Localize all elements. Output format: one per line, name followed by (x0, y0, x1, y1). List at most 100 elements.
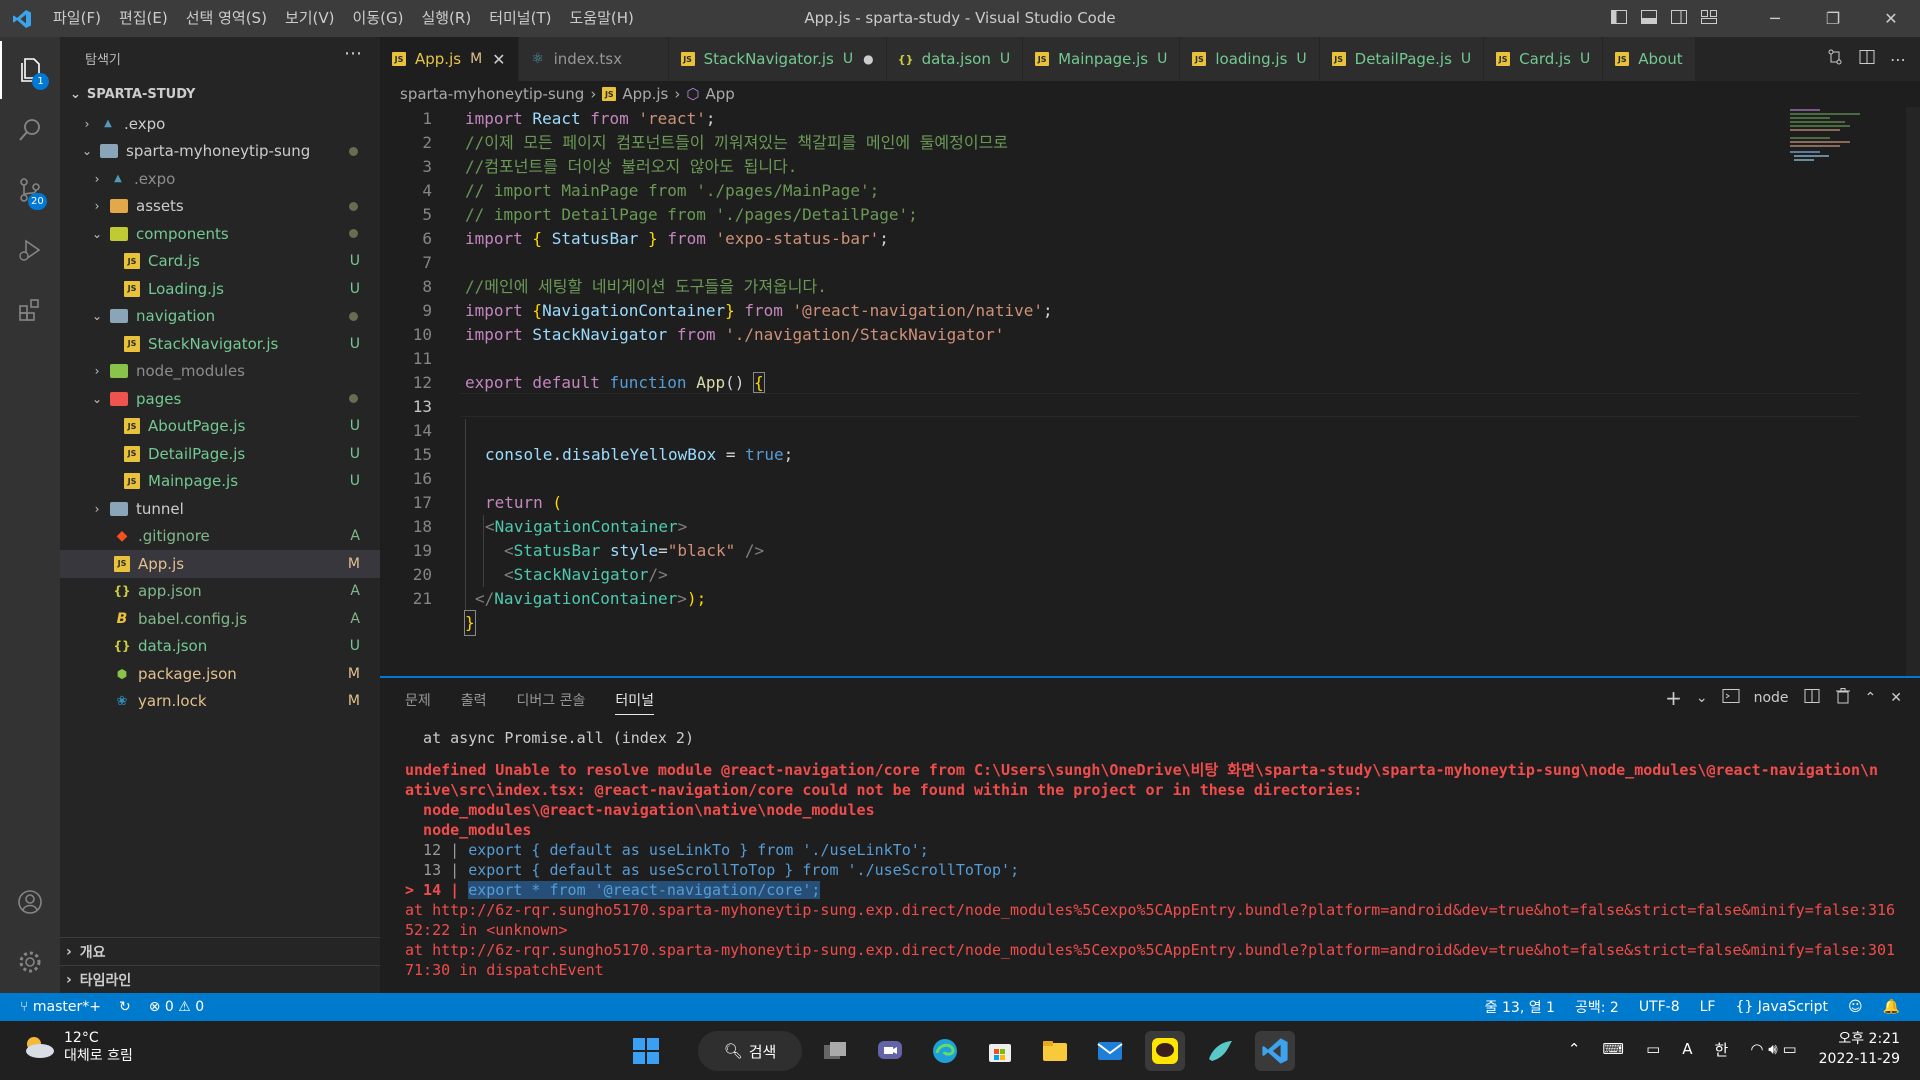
menu-go[interactable]: 이동(G) (344, 0, 413, 37)
toggle-panel-icon[interactable] (1640, 8, 1660, 28)
tree-item[interactable]: ◆ .gitignore A (60, 523, 380, 551)
feedback-icon[interactable]: ☺ (1848, 999, 1863, 1015)
network-status[interactable]: ◠ 🔊︎ ▭ (1750, 1040, 1796, 1058)
tree-item[interactable]: ❀ yarn.lock M (60, 688, 380, 716)
tree-item[interactable]: ⌄ navigation (60, 303, 380, 331)
tab-stacknavigator-js[interactable]: JS StackNavigator.js U ● (668, 37, 887, 81)
tab-detailpage-js[interactable]: JS DetailPage.js U (1319, 37, 1485, 81)
menu-edit[interactable]: 편집(E) (110, 0, 177, 37)
branch-status[interactable]: ⑂ master*+ (20, 999, 101, 1015)
outline-section[interactable]: › 개요 (60, 937, 380, 965)
split-terminal-icon[interactable] (1803, 687, 1821, 709)
tree-item-selected[interactable]: JS App.js M (60, 550, 380, 578)
kakaotalk-icon[interactable] (1145, 1031, 1185, 1071)
tree-item[interactable]: ⌄ pages (60, 385, 380, 413)
compare-changes-icon[interactable] (1826, 48, 1844, 70)
breadcrumb-file[interactable]: App.js (622, 85, 668, 103)
breadcrumb-symbol[interactable]: App (705, 85, 734, 103)
more-actions-icon[interactable]: ⋯ (1890, 50, 1906, 69)
menu-terminal[interactable]: 터미널(T) (480, 0, 560, 37)
tree-item[interactable]: {} data.json U (60, 633, 380, 661)
tab-loading-js[interactable]: JS loading.js U (1180, 37, 1320, 81)
breadcrumb-folder[interactable]: sparta-myhoneytip-sung (400, 85, 584, 103)
taskbar-search[interactable]: 🔍︎ 검색 (698, 1031, 802, 1071)
problems-status[interactable]: ⊗ 0 ⚠ 0 (149, 999, 205, 1015)
tree-item[interactable]: JS Card.js U (60, 248, 380, 276)
keyboard-icon[interactable]: ⌨ (1602, 1040, 1624, 1058)
close-tab-icon[interactable]: ✕ (492, 50, 505, 69)
new-terminal-plus-icon[interactable]: + (1665, 686, 1682, 710)
notifications-bell-icon[interactable]: 🔔 (1883, 999, 1900, 1015)
tree-item[interactable]: Bbabel.config.js A (60, 605, 380, 633)
terminal-output[interactable]: at async Promise.all (index 2) undefined… (405, 728, 1905, 980)
toggle-sidebar-icon[interactable] (1610, 8, 1630, 28)
app-bird-icon[interactable] (1200, 1031, 1240, 1071)
menu-file[interactable]: 파일(F) (44, 0, 110, 37)
windows-start-icon[interactable] (626, 1031, 666, 1071)
clock[interactable]: 오후 2:21 2022-11-29 (1819, 1029, 1900, 1069)
tab-card-js[interactable]: JS Card.js U (1484, 37, 1604, 81)
language-mode[interactable]: {} JavaScript (1735, 999, 1827, 1015)
tab-app-js[interactable]: JS App.js M ✕ (380, 37, 519, 81)
tree-item[interactable]: JS Mainpage.js U (60, 468, 380, 496)
vertical-scrollbar[interactable] (1906, 107, 1920, 676)
file-explorer-icon[interactable] (1035, 1031, 1075, 1071)
ime-indicator[interactable]: 한 (1715, 1039, 1729, 1060)
tree-item[interactable]: › ▲ .expo (60, 110, 380, 138)
menu-run[interactable]: 실행(R) (412, 0, 480, 37)
edge-browser-icon[interactable] (925, 1031, 965, 1071)
source-control-icon[interactable]: 20 (0, 161, 60, 219)
run-debug-icon[interactable] (0, 221, 60, 279)
close-window-icon[interactable]: ✕ (1862, 0, 1920, 37)
minimize-icon[interactable]: ─ (1746, 0, 1804, 37)
code-editor[interactable]: 1 2 3 4 5 6 7 8 9 10 11 12 13 14 15 16 1… (380, 107, 1920, 676)
vscode-logo-icon[interactable] (0, 0, 44, 37)
tab-problems[interactable]: 문제 (405, 690, 431, 715)
extensions-icon[interactable] (0, 281, 60, 339)
menu-view[interactable]: 보기(V) (276, 0, 344, 37)
split-editor-icon[interactable] (1858, 48, 1876, 70)
task-view-icon[interactable] (815, 1031, 855, 1071)
tab-debug-console[interactable]: 디버그 콘솔 (517, 690, 586, 715)
tree-item[interactable]: › assets (60, 193, 380, 221)
tab-data-json[interactable]: {} data.json U (886, 37, 1024, 81)
display-icon[interactable]: ▭ (1646, 1040, 1660, 1058)
weather-widget[interactable]: 12°C 대체로 흐림 (22, 1029, 133, 1065)
tab-output[interactable]: 출력 (461, 690, 487, 715)
tree-item[interactable]: JS DetailPage.js U (60, 440, 380, 468)
workspace-root[interactable]: ⌄ SPARTA-STUDY (70, 87, 195, 102)
tab-mainpage-js[interactable]: JS Mainpage.js U (1023, 37, 1181, 81)
search-icon[interactable] (0, 101, 60, 159)
timeline-section[interactable]: › 타임라인 (60, 965, 380, 993)
line-ending[interactable]: LF (1700, 999, 1716, 1015)
customize-layout-icon[interactable] (1700, 8, 1720, 28)
font-icon[interactable]: A (1682, 1040, 1692, 1058)
tree-item[interactable]: › tunnel (60, 495, 380, 523)
maximize-panel-icon[interactable]: ⌃ (1865, 690, 1877, 706)
close-panel-icon[interactable]: ✕ (1890, 690, 1902, 706)
chevron-up-icon[interactable]: ⌃ (1568, 1040, 1581, 1058)
settings-gear-icon[interactable] (0, 933, 60, 991)
menu-help[interactable]: 도움말(H) (560, 0, 642, 37)
tab-about[interactable]: JS About (1603, 37, 1696, 81)
vscode-taskbar-icon[interactable] (1255, 1031, 1295, 1071)
more-actions-icon[interactable]: ⋯ (344, 43, 362, 64)
chevron-down-icon[interactable]: ⌄ (1696, 690, 1708, 706)
explorer-icon[interactable]: 1 (0, 41, 60, 99)
account-icon[interactable] (0, 873, 60, 931)
tree-item[interactable]: JS AboutPage.js U (60, 413, 380, 441)
toggle-secondary-sidebar-icon[interactable] (1670, 8, 1690, 28)
trash-icon[interactable] (1835, 687, 1851, 709)
tree-item[interactable]: {} app.json A (60, 578, 380, 606)
cursor-position[interactable]: 줄 13, 열 1 (1485, 997, 1555, 1017)
terminal-shell-name[interactable]: node (1754, 690, 1789, 706)
tree-item[interactable]: ⌄ sparta-myhoneytip-sung (60, 138, 380, 166)
restore-icon[interactable]: ❐ (1804, 0, 1862, 37)
menu-selection[interactable]: 선택 영역(S) (177, 0, 276, 37)
unsaved-dot-icon[interactable]: ● (863, 52, 873, 66)
indentation[interactable]: 공백: 2 (1575, 997, 1619, 1017)
tree-item[interactable]: JS StackNavigator.js U (60, 330, 380, 358)
tree-item[interactable]: ⬢ package.json M (60, 660, 380, 688)
encoding[interactable]: UTF-8 (1639, 999, 1680, 1015)
tree-item[interactable]: › node_modules (60, 358, 380, 386)
